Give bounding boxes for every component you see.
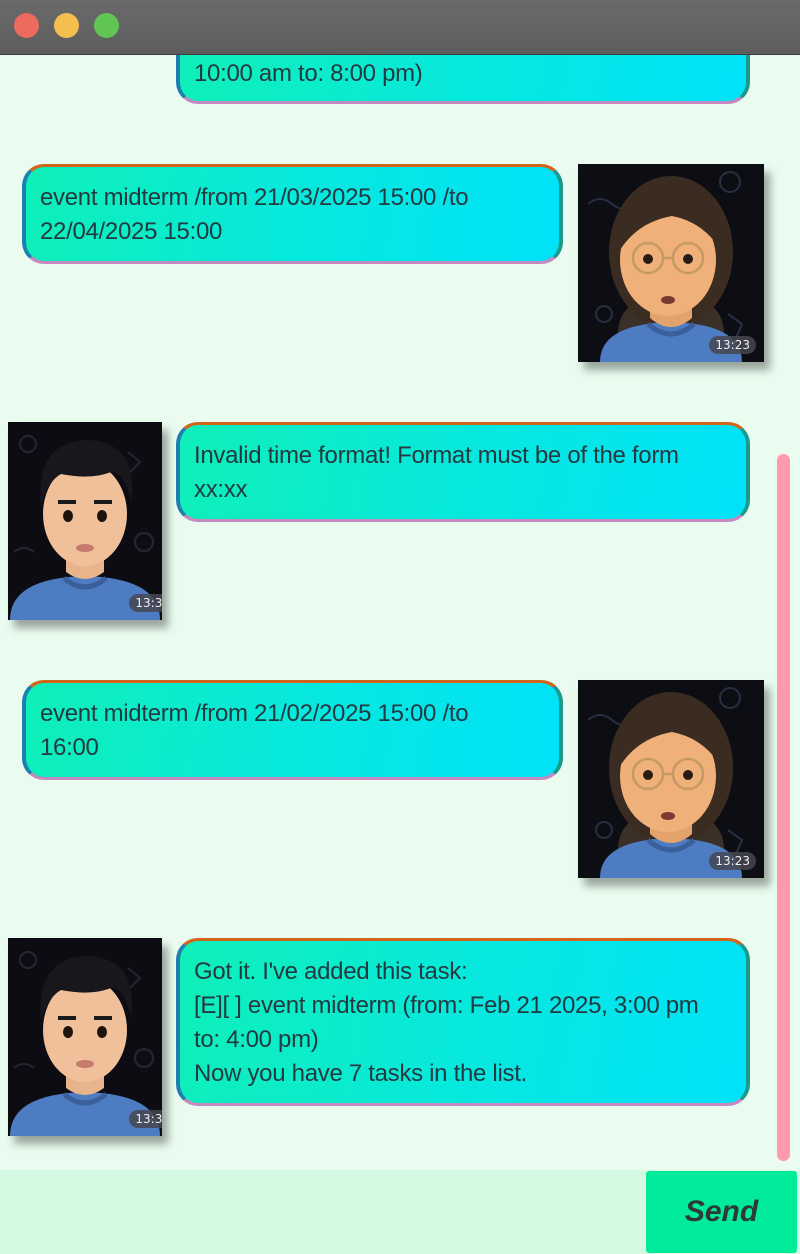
woman-avatar-icon xyxy=(578,680,764,878)
woman-avatar-icon xyxy=(578,164,764,362)
scrollbar-thumb[interactable] xyxy=(777,454,790,1161)
input-bar: Send xyxy=(0,1170,800,1254)
duke-message-bubble: Got it. I've added this task: [E][ ] eve… xyxy=(176,938,750,1106)
duke-message-bubble: Invalid time format! Format must be of t… xyxy=(176,422,750,522)
minimize-window-button[interactable] xyxy=(54,13,79,38)
user-message-bubble: event midterm /from 21/03/2025 15:00 /to… xyxy=(22,164,563,264)
message-timestamp: 13:30 xyxy=(129,1110,162,1128)
user-avatar: 13:23 xyxy=(578,164,764,362)
close-window-button[interactable] xyxy=(14,13,39,38)
user-message-bubble: event midterm /from 21/02/2025 15:00 /to… xyxy=(22,680,563,780)
user-avatar: 13:23 xyxy=(578,680,764,878)
duke-message-bubble: 10:00 am to: 8:00 pm) xyxy=(176,55,750,104)
man-avatar-icon xyxy=(8,422,162,620)
maximize-window-button[interactable] xyxy=(94,13,119,38)
window-titlebar xyxy=(0,0,800,55)
send-button[interactable]: Send xyxy=(646,1171,797,1253)
message-timestamp: 13:23 xyxy=(709,852,756,870)
chat-scroll-pane[interactable]: 10:00 am to: 8:00 pm) event midterm /fro… xyxy=(0,55,800,1170)
message-timestamp: 13:23 xyxy=(709,336,756,354)
duke-avatar: 13:30 xyxy=(8,938,162,1136)
duke-avatar: 13:30 xyxy=(8,422,162,620)
message-input[interactable] xyxy=(0,1170,644,1254)
man-avatar-icon xyxy=(8,938,162,1136)
message-timestamp: 13:30 xyxy=(129,594,162,612)
